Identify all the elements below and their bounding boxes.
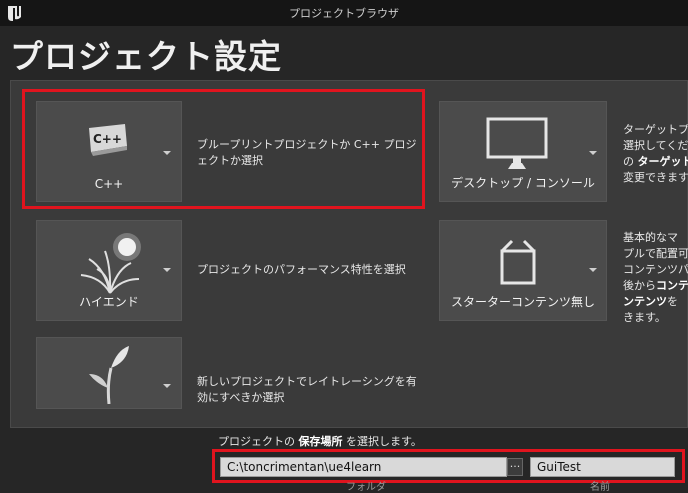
target-description: ターゲットプ 選択してくだ の ターゲット 変更できます <box>623 123 688 184</box>
chevron-down-icon[interactable] <box>163 384 171 388</box>
target-platform-selector[interactable]: デスクトップ / コンソール <box>439 101 607 202</box>
empty-box-icon <box>500 239 536 285</box>
quality-card-label: ハイエンド <box>79 295 139 309</box>
high-end-plant-icon <box>80 233 141 294</box>
quality-selector[interactable]: ハイエンド <box>36 220 182 321</box>
highlight-box <box>212 449 685 483</box>
highlight-box <box>22 89 425 209</box>
target-card-label: デスクトップ / コンソール <box>451 176 595 190</box>
monitor-icon <box>486 117 548 169</box>
save-location-label: プロジェクトの 保存場所 を選択します。 <box>218 435 422 448</box>
title-bar: プロジェクトブラウザ <box>0 0 688 26</box>
raytracing-description: 新しいプロジェクトでレイトレーシングを有 効にすべきか選択 <box>197 375 417 404</box>
chevron-down-icon[interactable] <box>589 268 597 272</box>
raytracing-selector[interactable] <box>36 337 182 409</box>
starter-content-card-label: スターターコンテンツ無し <box>450 295 595 309</box>
starter-content-selector[interactable]: スターターコンテンツ無し <box>439 220 607 321</box>
quality-description: プロジェクトのパフォーマンス特性を選択 <box>197 263 406 276</box>
page-title: プロジェクト設定 <box>10 37 282 76</box>
chevron-down-icon[interactable] <box>163 268 171 272</box>
starter-content-description: 基本的なマ プルで配置可 コンテンツパ 後からコンテ ンテンツを きます。 <box>623 231 688 324</box>
window-title: プロジェクトブラウザ <box>289 7 399 20</box>
chevron-down-icon[interactable] <box>589 151 597 155</box>
sprout-icon <box>89 346 129 404</box>
